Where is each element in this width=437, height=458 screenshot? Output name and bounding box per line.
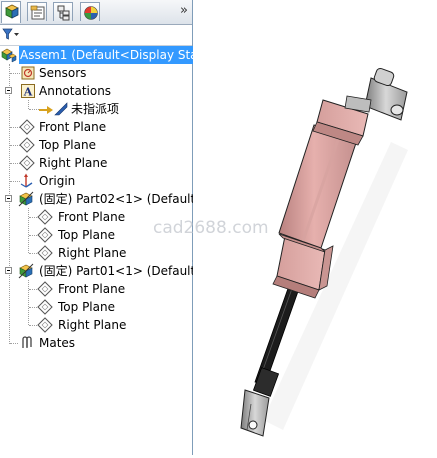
tree-connector	[29, 307, 37, 308]
plane-icon	[37, 299, 53, 315]
annotations-icon: A	[21, 84, 35, 99]
propertymanager-icon	[30, 5, 45, 20]
tree-connector	[29, 217, 37, 218]
featuremanager-tab[interactable]	[1, 1, 21, 23]
filter-button[interactable]	[2, 27, 20, 41]
featuremanager-tree-icon	[5, 4, 19, 19]
assembly-root-label: Assem1 (Default<Display Sta	[19, 46, 199, 64]
tree-connector	[28, 208, 29, 253]
tree-connector	[10, 73, 20, 74]
tree-connector	[29, 253, 37, 254]
collapse-toggle[interactable]	[5, 87, 12, 94]
part02-top-plane-label: Top Plane	[58, 228, 115, 242]
front-plane-label: Front Plane	[39, 120, 107, 134]
tree-connector	[29, 325, 37, 326]
configurationmanager-icon	[57, 5, 70, 21]
tree-item-assembly-root[interactable]: Assem1 (Default<Display Sta	[0, 46, 199, 64]
plane-icon	[19, 155, 35, 171]
configurationmanager-tab[interactable]	[53, 2, 73, 21]
svg-text:A: A	[23, 86, 33, 99]
displaymanager-icon	[84, 6, 98, 20]
plane-icon	[37, 281, 53, 297]
plane-icon	[19, 137, 35, 153]
displaymanager-tab[interactable]	[80, 2, 100, 21]
tree-connector	[28, 100, 29, 109]
tree-connector	[29, 289, 37, 290]
cylinder-barrel	[278, 124, 358, 249]
plane-icon	[37, 317, 53, 333]
mates-label: Mates	[39, 336, 76, 350]
tree-connector	[10, 343, 18, 344]
part02-right-plane-label: Right Plane	[58, 246, 127, 260]
more-tabs-chevron-icon[interactable]: »	[180, 3, 188, 18]
tree-connector	[29, 235, 37, 236]
watermark-text: cad2688.com	[153, 218, 269, 238]
assembly-icon	[1, 48, 17, 63]
part01-label: (固定) Part01<1> (Default)	[39, 264, 200, 278]
manager-tab-bar: »	[0, 0, 192, 25]
part01-top-plane-label: Top Plane	[58, 300, 115, 314]
annotation-arrow-icon	[39, 106, 53, 114]
plane-icon	[37, 245, 53, 261]
tree-connector	[9, 64, 10, 344]
plane-icon	[37, 227, 53, 243]
collapse-toggle[interactable]	[5, 195, 12, 202]
unassigned-label: 未指派项	[71, 102, 120, 116]
rod-clevis	[240, 389, 270, 437]
plane-icon	[19, 119, 35, 135]
propertymanager-tab[interactable]	[27, 2, 47, 21]
plane-icon	[37, 209, 53, 225]
part01-front-plane-label: Front Plane	[58, 282, 126, 296]
origin-icon	[20, 173, 33, 188]
origin-label: Origin	[39, 174, 76, 188]
part01-right-plane-label: Right Plane	[58, 318, 127, 332]
mates-paperclip-icon	[22, 336, 32, 348]
feature-tree: Assem1 (Default<Display Sta Sensors A An…	[0, 46, 200, 455]
top-plane-label: Top Plane	[39, 138, 96, 152]
part02-front-plane-label: Front Plane	[58, 210, 126, 224]
rod-end-nut	[252, 367, 280, 397]
collapse-toggle[interactable]	[5, 267, 12, 274]
part-icon	[18, 191, 34, 207]
tree-connector	[28, 280, 29, 325]
filter-funnel-icon	[2, 28, 19, 40]
part02-label: (固定) Part02<1> (Default)	[39, 192, 200, 206]
filter-bar	[0, 25, 192, 46]
graphics-viewport[interactable]: cad2688.com	[153, 0, 437, 455]
sensors-icon	[21, 66, 35, 80]
sensors-label: Sensors	[39, 66, 87, 80]
right-plane-label: Right Plane	[39, 156, 108, 170]
dimension-icon	[54, 102, 68, 116]
part-icon	[18, 263, 34, 279]
annotations-label: Annotations	[39, 84, 112, 98]
